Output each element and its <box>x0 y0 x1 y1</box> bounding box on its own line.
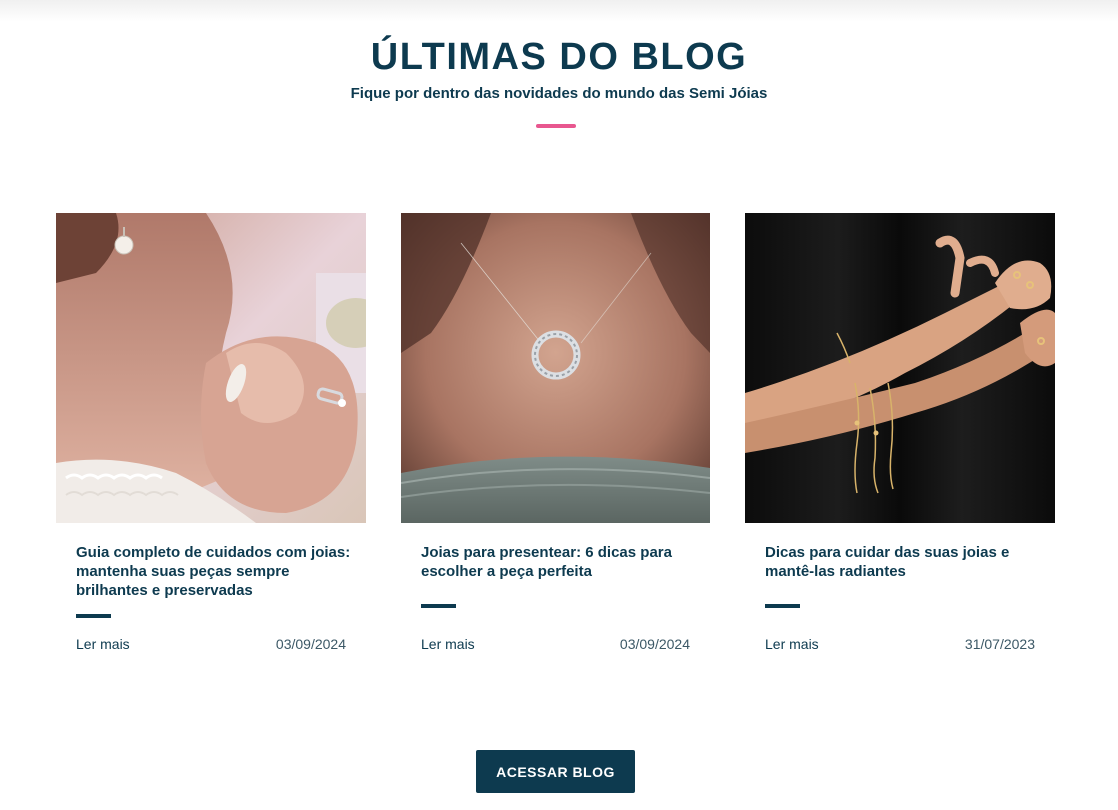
title-divider <box>765 604 800 608</box>
title-divider <box>421 604 456 608</box>
post-title[interactable]: Dicas para cuidar das suas joias e mantê… <box>765 543 1045 581</box>
post-date: 31/07/2023 <box>964 636 1035 652</box>
access-blog-button[interactable]: ACESSAR BLOG <box>476 750 635 793</box>
blog-card: Joias para presentear: 6 dicas para esco… <box>401 213 710 663</box>
read-more-link[interactable]: Ler mais <box>76 636 130 652</box>
read-more-link[interactable]: Ler mais <box>421 636 475 652</box>
title-divider <box>76 614 111 618</box>
top-shadow <box>0 0 1118 22</box>
read-more-link[interactable]: Ler mais <box>765 636 819 652</box>
blog-card: Dicas para cuidar das suas joias e mantê… <box>745 213 1055 663</box>
post-image-gold-bracelets[interactable] <box>745 213 1055 523</box>
post-image-circle-pendant[interactable] <box>401 213 710 523</box>
post-date: 03/09/2024 <box>619 636 690 652</box>
blog-card: Guia completo de cuidados com joias: man… <box>56 213 366 663</box>
post-title[interactable]: Joias para presentear: 6 dicas para esco… <box>421 543 701 581</box>
section-subtitle: Fique por dentro das novidades do mundo … <box>350 85 768 102</box>
post-title[interactable]: Guia completo de cuidados com joias: man… <box>76 543 356 600</box>
post-image-woman-ring[interactable] <box>56 213 366 523</box>
blog-section: ÚLTIMAS DO BLOG Fique por dentro das nov… <box>0 0 1118 810</box>
post-date: 03/09/2024 <box>275 636 346 652</box>
section-title: ÚLTIMAS DO BLOG <box>370 36 748 78</box>
title-underline <box>536 124 576 128</box>
